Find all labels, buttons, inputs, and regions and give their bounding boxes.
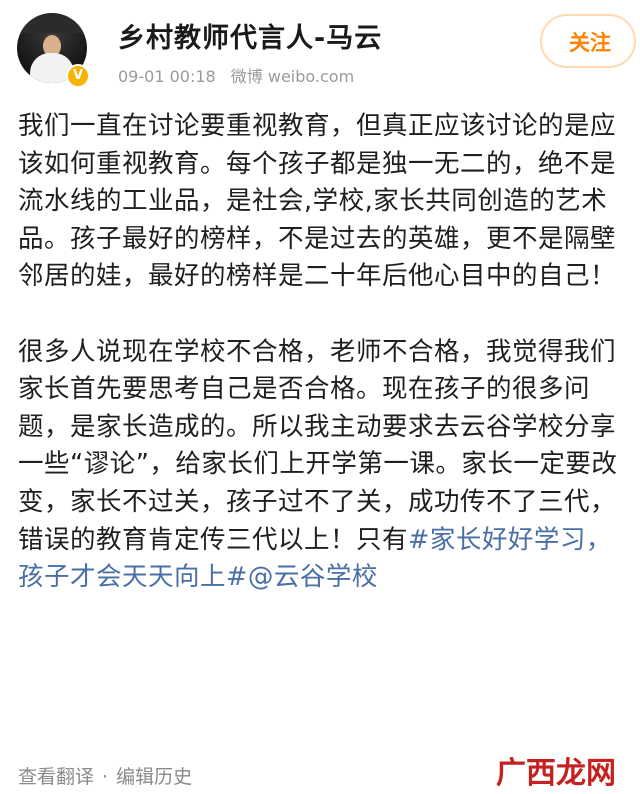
follow-button[interactable]: 关注 <box>540 14 636 68</box>
post-paragraph-2-text: 很多人说现在学校不合格，老师不合格，我觉得我们家长首先要思考自己是否合格。现在孩… <box>18 336 618 555</box>
post-footer: 查看翻译 · 编辑历史 <box>18 762 192 789</box>
post-meta: 09-01 00:18 微博 weibo.com <box>118 63 364 87</box>
watermark: 广西龙网 <box>496 756 616 791</box>
post-paragraph-1: 我们一直在讨论要重视教育，但真正应该讨论的是应该如何重视教育。每个孩子都是独一无… <box>18 111 617 292</box>
footer-separator: · <box>102 766 109 788</box>
avatar-banner <box>17 19 87 33</box>
verified-badge-icon: V <box>66 64 90 88</box>
mention-link[interactable]: @云谷学校 <box>248 562 378 592</box>
post-timestamp: 09-01 00:18 <box>118 67 216 86</box>
edit-history-link[interactable]: 编辑历史 <box>116 766 192 788</box>
post-source[interactable]: 微博 weibo.com <box>231 67 354 86</box>
post-paragraph-2: 很多人说现在学校不合格，老师不合格，我觉得我们家长首先要思考自己是否合格。现在孩… <box>18 334 628 597</box>
author-name[interactable]: 乡村教师代言人-马云 <box>118 16 382 55</box>
view-translation-link[interactable]: 查看翻译 <box>18 766 94 788</box>
post-content: 我们一直在讨论要重视教育，但真正应该讨论的是应该如何重视教育。每个孩子都是独一无… <box>18 108 628 597</box>
weibo-post: V 乡村教师代言人-马云 09-01 00:18 微博 weibo.com 关注… <box>0 0 640 794</box>
